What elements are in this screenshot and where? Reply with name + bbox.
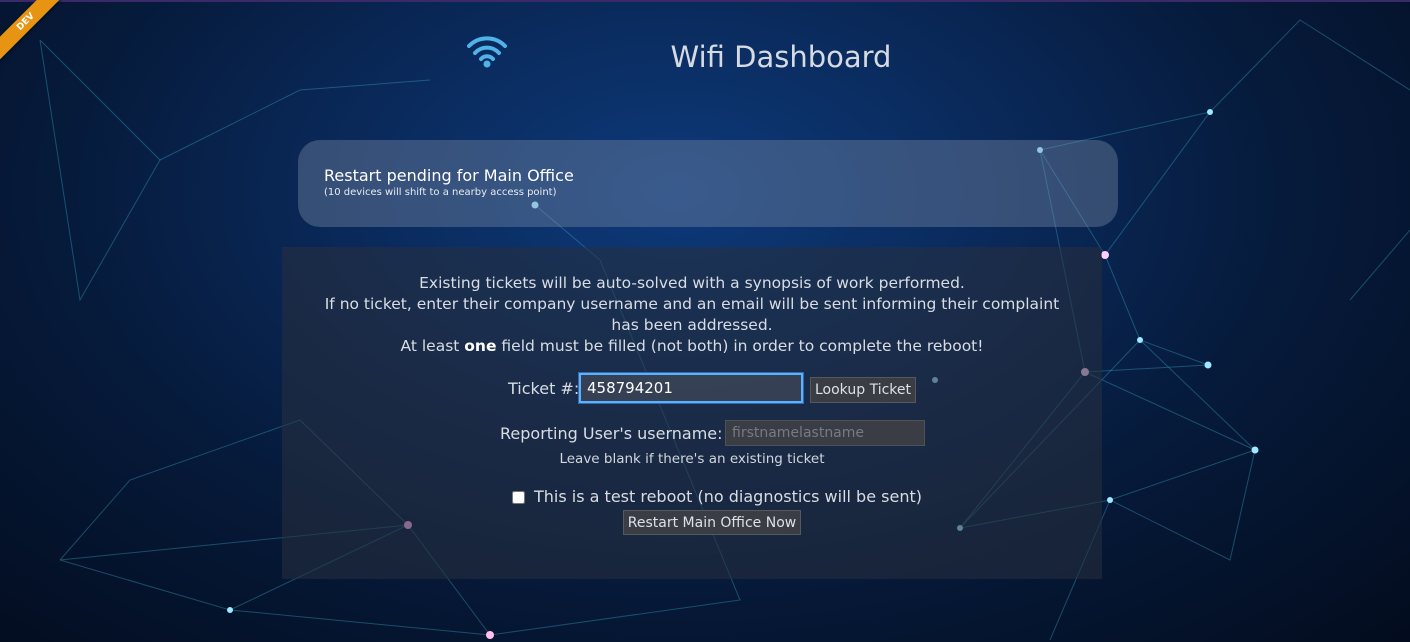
ticket-input[interactable]	[578, 372, 804, 404]
emphasis-one: one	[464, 337, 497, 355]
instruction-line-3: At least one field must be filled (not b…	[400, 337, 984, 355]
lookup-ticket-button[interactable]: Lookup Ticket	[810, 377, 916, 403]
restart-now-button[interactable]: Restart Main Office Now	[623, 510, 801, 535]
test-reboot-checkbox[interactable]	[512, 491, 525, 504]
wifi-icon	[467, 36, 507, 68]
username-label: Reporting User's username:	[500, 424, 723, 443]
restart-status-card: Restart pending for Main Office (10 devi…	[298, 140, 1118, 227]
instructions: Existing tickets will be auto-solved wit…	[282, 273, 1102, 357]
test-reboot-label[interactable]: This is a test reboot (no diagnostics wi…	[534, 487, 922, 506]
username-hint: Leave blank if there's an existing ticke…	[559, 451, 825, 467]
ticket-label: Ticket #:	[508, 379, 580, 398]
reboot-form-panel: Existing tickets will be auto-solved wit…	[282, 247, 1102, 579]
page-title: Wifi Dashboard	[670, 40, 892, 74]
instruction-line-1: Existing tickets will be auto-solved wit…	[419, 274, 965, 292]
status-subtitle: (10 devices will shift to a nearby acces…	[324, 187, 557, 198]
username-input[interactable]	[725, 420, 925, 446]
env-badge: DEV	[0, 0, 75, 71]
instruction-line-2: If no ticket, enter their company userna…	[324, 295, 1060, 334]
env-ribbon: DEV	[0, 0, 90, 90]
status-title: Restart pending for Main Office	[324, 166, 574, 185]
